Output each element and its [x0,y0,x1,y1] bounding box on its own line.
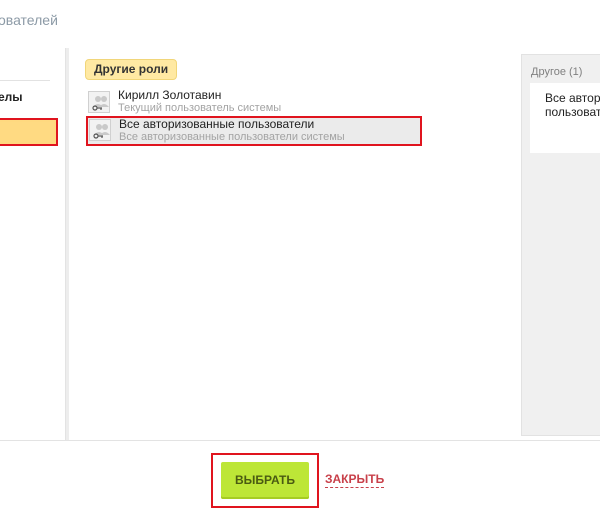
user-key-icon [88,91,110,113]
select-button-highlight: ВЫБРАТЬ [211,453,319,508]
roles-tag: Другие роли [85,59,178,80]
user-row-authorized[interactable]: Все авторизованные пользователи Все авто… [86,116,422,146]
left-divider [0,80,50,81]
user-row-current[interactable]: Кирилл Золотавин Текущий пользователь си… [86,88,422,118]
footer-divider [0,440,600,441]
left-selected-item[interactable] [0,118,58,146]
user-name: Все авторизованные пользователи [119,117,315,131]
selected-item-line1: Все автор [545,91,600,105]
user-name: Кирилл Золотавин [118,88,222,102]
close-link[interactable]: ЗАКРЫТЬ [325,472,385,488]
user-key-icon [89,119,111,141]
panel-splitter[interactable] [65,48,69,440]
select-button[interactable]: ВЫБРАТЬ [221,462,309,499]
selected-panel: Другое (1) Все автор пользовате [521,54,600,436]
user-subtitle: Все авторизованные пользователи системы [119,131,345,143]
left-item-label[interactable]: елы [0,90,23,104]
selected-panel-header: Другое (1) [531,66,583,78]
selected-item-line2: пользовате [545,105,600,119]
left-panel [0,48,66,440]
user-subtitle: Текущий пользователь системы [118,102,282,114]
dialog-title: ователей [0,12,58,28]
selected-item-card[interactable]: Все автор пользовате [530,83,600,153]
